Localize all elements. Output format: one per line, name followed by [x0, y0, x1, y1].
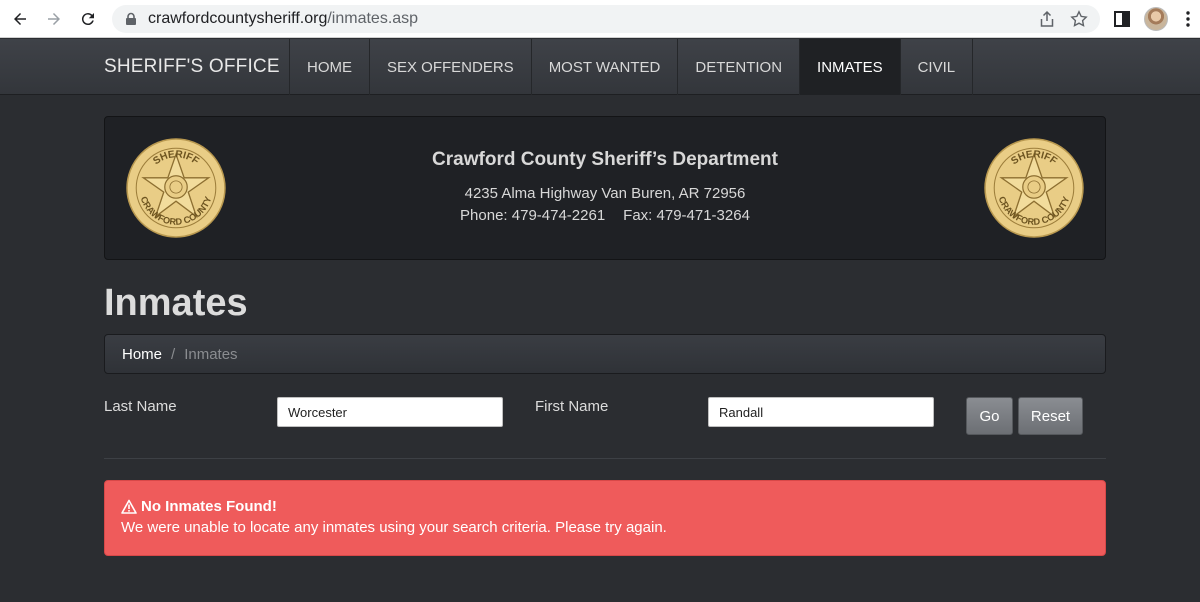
department-contact: Phone: 479-474-2261 Fax: 479-471-3264 [105, 205, 1105, 227]
reload-icon[interactable] [76, 7, 100, 31]
star-icon[interactable] [1070, 10, 1088, 28]
nav-menu: HOME SEX OFFENDERS MOST WANTED DETENTION… [289, 39, 974, 95]
url-host: crawfordcountysheriff.org [148, 10, 328, 27]
breadcrumb-current: Inmates [184, 345, 238, 363]
page-title: Inmates [104, 282, 248, 324]
nav-item-sex-offenders[interactable]: SEX OFFENDERS [369, 39, 531, 95]
last-name-input[interactable] [277, 397, 503, 427]
site-brand[interactable]: SHERIFF'S OFFICE [104, 56, 280, 78]
browser-toolbar: crawfordcountysheriff.org/inmates.asp [0, 0, 1200, 38]
department-address: 4235 Alma Highway Van Buren, AR 72956 [464, 185, 746, 202]
alert-message: We were unable to locate any inmates usi… [121, 519, 667, 536]
url-path: /inmates.asp [327, 10, 419, 27]
breadcrumb: Home / Inmates [104, 334, 1106, 374]
side-panel-icon[interactable] [1112, 9, 1132, 29]
no-results-alert: No Inmates Found! We were unable to loca… [104, 480, 1106, 556]
nav-item-most-wanted[interactable]: MOST WANTED [530, 39, 678, 95]
nav-item-detention[interactable]: DETENTION [677, 39, 799, 95]
nav-item-civil[interactable]: CIVIL [899, 39, 974, 95]
site-navbar: SHERIFF'S OFFICE HOME SEX OFFENDERS MOST… [0, 39, 1200, 95]
department-phone: Phone: 479-474-2261 [460, 207, 606, 224]
address-bar[interactable]: crawfordcountysheriff.org/inmates.asp [112, 5, 1100, 33]
sheriff-badge-right: SHERIFF CRAWFORD COUNTY [984, 138, 1084, 238]
reset-button[interactable]: Reset [1018, 397, 1083, 435]
share-icon[interactable] [1038, 10, 1056, 28]
url-text: crawfordcountysheriff.org/inmates.asp [148, 10, 418, 28]
last-name-label: Last Name [104, 398, 177, 415]
department-banner: SHERIFF CRAWFORD COUNTY Crawford County … [104, 116, 1106, 260]
nav-item-home[interactable]: HOME [289, 39, 369, 95]
department-fax: Fax: 479-471-3264 [623, 207, 750, 224]
department-title: Crawford County Sheriff’s Department [432, 149, 778, 170]
nav-item-inmates[interactable]: INMATES [799, 39, 900, 95]
go-button[interactable]: Go [966, 397, 1013, 435]
banner-text: Crawford County Sheriff’s Department 423… [105, 149, 1105, 227]
alert-heading: No Inmates Found! [121, 498, 1089, 515]
breadcrumb-separator: / [171, 345, 176, 363]
first-name-input[interactable] [708, 397, 934, 427]
form-divider [104, 458, 1106, 459]
profile-avatar[interactable] [1144, 7, 1168, 31]
first-name-label: First Name [535, 398, 609, 415]
more-menu-icon[interactable] [1178, 9, 1198, 29]
back-arrow-icon[interactable] [8, 7, 32, 31]
alert-title: No Inmates Found! [141, 498, 277, 515]
lock-icon [126, 12, 136, 25]
warning-icon [121, 499, 137, 514]
forward-arrow-icon[interactable] [42, 7, 66, 31]
breadcrumb-home[interactable]: Home [122, 346, 162, 363]
